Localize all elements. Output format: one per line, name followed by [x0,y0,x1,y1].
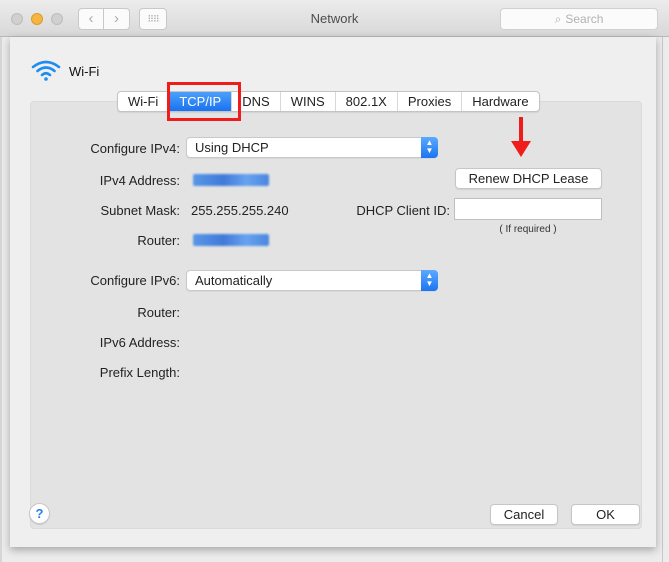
ipv4-address-value-redacted [193,174,269,186]
tab-8021x[interactable]: 802.1X [334,92,397,111]
red-arrow-head-annotation [511,141,531,157]
red-arrow-annotation [519,117,523,144]
dhcp-client-id-field[interactable] [454,198,602,220]
search-field[interactable]: ⌕ Search [500,8,658,30]
settings-tabs: Wi-Fi TCP/IP DNS WINS 802.1X Proxies Har… [117,91,540,112]
router-label: Router: [137,233,180,248]
title-bar: ‹ › ⠿⠿ Network ⌕ Search [0,0,669,37]
configure-ipv4-popup[interactable]: Using DHCP ▲ ▼ [186,137,438,158]
prefix-length-label: Prefix Length: [99,365,180,380]
configure-ipv6-value: Automatically [195,273,273,288]
configure-ipv6-popup[interactable]: Automatically ▲ ▼ [186,270,438,291]
ipv6-router-label: Router: [137,305,180,320]
window-left-edge [0,37,2,562]
renew-dhcp-lease-button[interactable]: Renew DHCP Lease [455,168,602,189]
search-placeholder: Search [565,12,604,26]
interface-header: Wi-Fi [31,59,99,84]
interface-name: Wi-Fi [69,64,100,79]
tab-dns[interactable]: DNS [231,92,279,111]
tab-wifi[interactable]: Wi-Fi [118,92,168,111]
configure-ipv4-label: Configure IPv4: [90,141,180,156]
window-right-edge [662,37,663,562]
tab-tcpip[interactable]: TCP/IP [168,92,232,111]
popup-stepper-icon: ▲ ▼ [421,137,438,158]
subnet-mask-label: Subnet Mask: [100,203,181,218]
ipv4-address-label: IPv4 Address: [99,173,180,188]
help-button[interactable]: ? [29,503,50,524]
tab-hardware[interactable]: Hardware [461,92,538,111]
tab-wins[interactable]: WINS [279,92,335,111]
tab-proxies[interactable]: Proxies [396,92,461,111]
ok-button[interactable]: OK [571,504,640,525]
question-mark-icon: ? [35,506,44,521]
ipv6-address-label: IPv6 Address: [99,335,180,350]
subnet-mask-value: 255.255.255.240 [191,203,289,218]
search-icon: ⌕ [554,12,562,26]
popup-stepper-icon: ▲ ▼ [421,270,438,291]
router-value-redacted [193,234,269,246]
configure-ipv6-label: Configure IPv6: [90,273,180,288]
wifi-icon [31,59,61,84]
network-preferences-window: ‹ › ⠿⠿ Network ⌕ Search Wi-Fi Wi-Fi TCP/I… [0,0,669,562]
dhcp-client-id-hint: ( If required ) [499,224,557,235]
configure-ipv4-value: Using DHCP [195,140,269,155]
advanced-settings-sheet: Wi-Fi Wi-Fi TCP/IP DNS WINS 802.1X Proxi… [10,37,656,547]
cancel-button[interactable]: Cancel [490,504,558,525]
dhcp-client-id-label: DHCP Client ID: [356,203,450,218]
